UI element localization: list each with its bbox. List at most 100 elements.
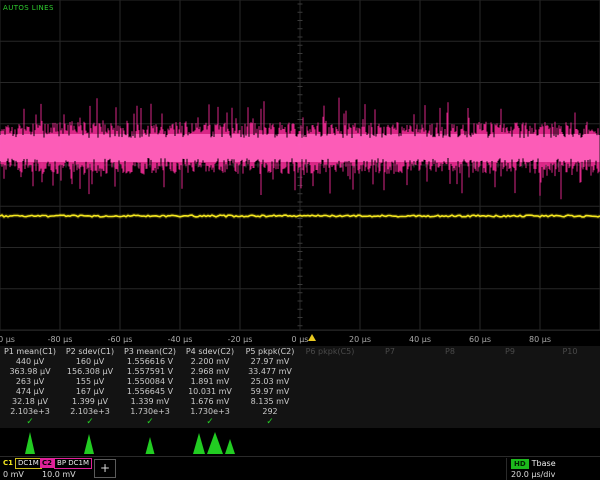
measure-value-cell: 25.03 mV <box>240 377 300 387</box>
trend-trace <box>0 428 600 456</box>
trend-spike <box>25 432 35 454</box>
channel-c1-descriptor[interactable]: C1DC1M 0 mV <box>1 458 39 480</box>
measure-value-cell <box>360 397 420 407</box>
measure-value-cell: 33.477 mV <box>240 367 300 377</box>
measure-value-cell: 1.730e+3 <box>180 407 240 417</box>
measure-value-cell: 1.557591 V <box>120 367 180 377</box>
measure-value-cell: 292 <box>240 407 300 417</box>
measure-value-cell: 167 µV <box>60 387 120 397</box>
measure-column-header[interactable]: P3 mean(C2) <box>120 347 180 357</box>
trend-spike <box>146 437 155 454</box>
measure-value-cell: 1.556616 V <box>120 357 180 367</box>
measure-value-cell: 2.968 mV <box>180 367 240 377</box>
measure-column-header[interactable]: P4 sdev(C2) <box>180 347 240 357</box>
measure-value-cell: 474 µV <box>0 387 60 397</box>
measure-value-cell: 2.200 mV <box>180 357 240 367</box>
measure-status-check: ✓ <box>0 417 60 427</box>
trigger-position-icon[interactable] <box>308 334 316 341</box>
measure-column-header[interactable]: P2 sdev(C1) <box>60 347 120 357</box>
measure-column-header[interactable]: P1 mean(C1) <box>0 347 60 357</box>
add-trace-button[interactable]: + <box>94 459 116 478</box>
measure-value-cell: 2.103e+3 <box>0 407 60 417</box>
measure-value-cell: 10.031 mV <box>180 387 240 397</box>
measure-status-check <box>480 417 540 427</box>
measure-status-check <box>300 417 360 427</box>
measure-value-cell: 32.18 µV <box>0 397 60 407</box>
trend-spike <box>225 439 235 454</box>
time-axis-label: 80 µs <box>529 335 551 344</box>
waveform-traces <box>0 0 600 330</box>
measure-value-cell: 156.308 µV <box>60 367 120 377</box>
time-axis-label: 0 µs <box>292 335 309 344</box>
measure-status-check <box>360 417 420 427</box>
measure-value-cell <box>540 377 600 387</box>
measure-value-cell: 1.730e+3 <box>120 407 180 417</box>
measure-value-cell <box>360 387 420 397</box>
measure-value-cell <box>540 367 600 377</box>
measure-value-cell: 59.97 mV <box>240 387 300 397</box>
hd-mode-badge: HD <box>511 459 529 469</box>
time-axis-label: 60 µs <box>469 335 491 344</box>
measure-value-cell <box>420 407 480 417</box>
measure-value-cell <box>540 387 600 397</box>
oscilloscope-screen: AUTOS LINES -100 µs-80 µs-60 µs-40 µs-20… <box>0 0 600 480</box>
bottom-toolbar: C1DC1M 0 mV C2BP DC1M 10.0 mV + HDTbase … <box>0 456 600 480</box>
measure-status-check <box>540 417 600 427</box>
measure-value-cell: 1.339 mV <box>120 397 180 407</box>
measure-status-check: ✓ <box>120 417 180 427</box>
measure-value-cell <box>420 387 480 397</box>
measure-value-cell <box>480 367 540 377</box>
trend-spike <box>207 432 223 454</box>
measure-value-cell: 27.97 mV <box>240 357 300 367</box>
measure-value-cell <box>420 367 480 377</box>
timebase-descriptor[interactable]: HDTbase 20.0 µs/div <box>506 458 600 480</box>
measure-value-cell <box>300 387 360 397</box>
time-axis-label: 20 µs <box>349 335 371 344</box>
measure-value-cell: 1.550084 V <box>120 377 180 387</box>
time-axis: -100 µs-80 µs-60 µs-40 µs-20 µs0 µs20 µs… <box>0 330 600 346</box>
measure-value-cell <box>420 397 480 407</box>
measure-value-cell: 440 µV <box>0 357 60 367</box>
measure-value-cell: 1.676 mV <box>180 397 240 407</box>
measure-value-cell <box>300 397 360 407</box>
measure-status-check <box>420 417 480 427</box>
time-axis-label: -20 µs <box>228 335 253 344</box>
trend-spike <box>84 434 94 454</box>
measure-value-cell <box>540 407 600 417</box>
timebase-scale: 20.0 µs/div <box>511 470 600 479</box>
measure-column-header[interactable]: P10 <box>540 347 600 357</box>
measure-value-cell: 1.399 µV <box>60 397 120 407</box>
measure-status-check: ✓ <box>180 417 240 427</box>
measurement-table: P1 mean(C1)P2 sdev(C1)P3 mean(C2)P4 sdev… <box>0 346 600 428</box>
measure-value-cell <box>540 357 600 367</box>
measure-value-cell <box>480 387 540 397</box>
measure-value-cell: 363.98 µV <box>0 367 60 377</box>
c1-value: 0 mV <box>1 470 39 479</box>
measure-column-header[interactable]: P8 <box>420 347 480 357</box>
measure-value-cell <box>360 367 420 377</box>
channel-c2-descriptor[interactable]: C2BP DC1M 10.0 mV <box>40 458 90 480</box>
measure-value-cell: 263 µV <box>0 377 60 387</box>
measure-value-cell <box>360 407 420 417</box>
measure-column-header[interactable]: P6 pkpk(C5) <box>300 347 360 357</box>
measure-value-cell <box>480 357 540 367</box>
measure-value-cell <box>480 397 540 407</box>
trend-spike <box>193 433 205 454</box>
measure-value-cell: 2.103e+3 <box>60 407 120 417</box>
measure-value-cell <box>420 377 480 387</box>
measure-value-cell <box>300 357 360 367</box>
measure-value-cell <box>300 407 360 417</box>
measure-value-cell <box>360 357 420 367</box>
measure-column-header[interactable]: P9 <box>480 347 540 357</box>
measure-value-cell <box>480 377 540 387</box>
measure-value-cell: 160 µV <box>60 357 120 367</box>
measure-value-cell <box>540 397 600 407</box>
measure-column-header[interactable]: P7 <box>360 347 420 357</box>
status-text: AUTOS LINES <box>3 4 54 12</box>
waveform-display[interactable]: AUTOS LINES <box>0 0 600 330</box>
measure-column-header[interactable]: P5 pkpk(C2) <box>240 347 300 357</box>
measure-value-cell <box>300 367 360 377</box>
time-axis-label: -80 µs <box>48 335 73 344</box>
trend-strip <box>0 428 600 456</box>
c1-badge: C1 <box>1 458 15 468</box>
